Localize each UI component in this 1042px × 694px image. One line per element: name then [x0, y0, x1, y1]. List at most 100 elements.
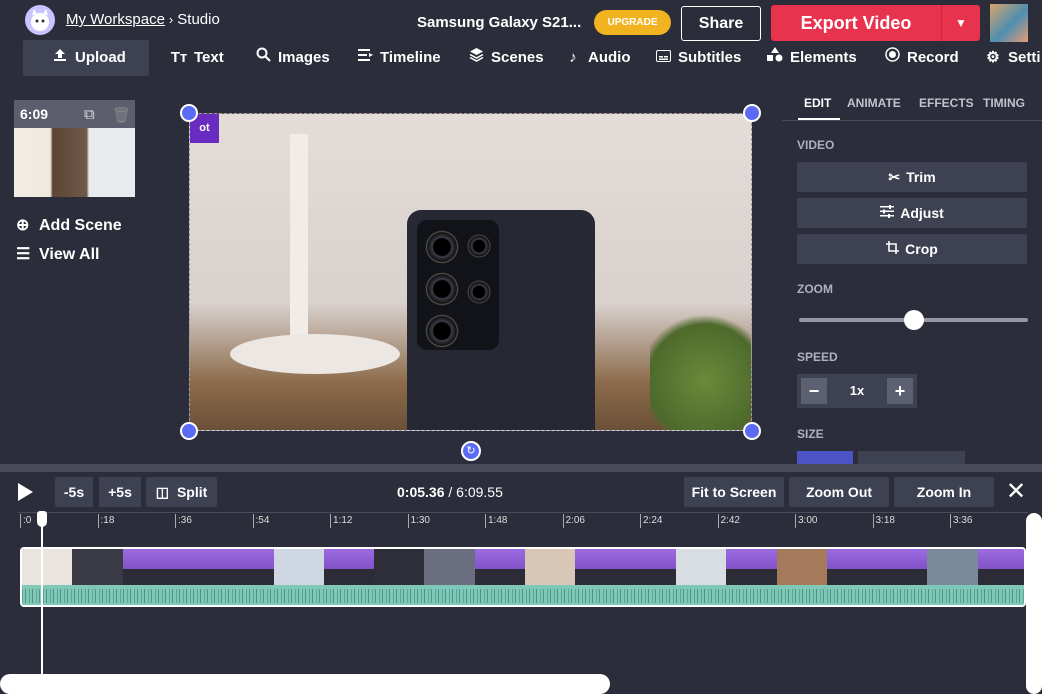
video-frame-thumbnail: [977, 549, 1024, 585]
resize-handle-bottom-right[interactable]: [743, 422, 761, 440]
timeline-tool[interactable]: Timeline: [356, 40, 441, 76]
subtitles-tool-label: Subtitles: [678, 49, 742, 66]
view-all-scenes-button[interactable]: ☰ View All: [16, 244, 99, 264]
upload-button[interactable]: Upload: [23, 40, 149, 76]
speed-section-label: SPEED: [797, 350, 838, 364]
subtitles-tool[interactable]: Subtitles: [654, 40, 741, 76]
tab-timing[interactable]: TIMING: [983, 96, 1025, 110]
vertical-scrollbar[interactable]: [1026, 513, 1042, 694]
rotate-handle[interactable]: ↻: [461, 441, 481, 461]
video-frame-thumbnail: [877, 549, 928, 585]
split-label: Split: [176, 484, 208, 500]
properties-panel: EDIT ANIMATE EFFECTS TIMING VIDEO ✂ Trim …: [782, 80, 1042, 464]
record-tool[interactable]: Record: [883, 40, 959, 76]
speed-stepper: − 1x +: [797, 374, 917, 408]
playhead-handle[interactable]: [37, 511, 47, 527]
panel-resize-divider[interactable]: [0, 464, 1042, 472]
rewind-5s-button[interactable]: -5s: [55, 477, 93, 507]
split-icon: ◫: [155, 484, 169, 500]
upgrade-button[interactable]: UPGRADE: [594, 10, 671, 35]
video-frame-thumbnail: [22, 549, 73, 585]
trim-button[interactable]: ✂ Trim: [797, 162, 1027, 192]
crop-label: Crop: [905, 241, 938, 257]
tab-effects[interactable]: EFFECTS: [919, 96, 974, 110]
export-options-button[interactable]: ▼: [941, 5, 980, 41]
ruler-tick: 2:24: [640, 514, 662, 528]
ruler-tick: :0: [20, 514, 31, 528]
video-frame-thumbnail: [826, 549, 878, 585]
speed-increase-button[interactable]: +: [887, 378, 913, 404]
top-bar: My Workspace › Studio Samsung Galaxy S21..…: [0, 0, 1042, 42]
upload-icon: [51, 40, 69, 76]
images-tool[interactable]: Images: [254, 40, 330, 76]
active-tab-indicator: [798, 118, 840, 120]
video-frame-thumbnail: [927, 549, 979, 585]
text-tool[interactable]: Tт Text: [170, 40, 224, 76]
record-icon: [883, 40, 901, 76]
playback-time: 0:05.36 / 6:09.55: [397, 484, 503, 500]
ruler-tick: 3:18: [872, 514, 895, 528]
timeline-ruler: [18, 512, 1028, 513]
ruler-tick: 1:12: [330, 514, 352, 528]
fit-to-screen-button[interactable]: Fit to Screen: [684, 477, 784, 507]
ruler-tick: 2:06: [562, 514, 585, 528]
duplicate-scene-icon[interactable]: ⧉: [84, 106, 95, 123]
zoom-slider-handle[interactable]: [903, 310, 924, 330]
settings-tool[interactable]: ⚙ Setti: [984, 40, 1040, 76]
close-timeline-icon[interactable]: ✕: [1006, 480, 1026, 504]
scene-thumbnail-image: [14, 128, 135, 197]
zoom-out-button[interactable]: Zoom Out: [789, 477, 889, 507]
adjust-label: Adjust: [900, 205, 944, 221]
video-frame-thumbnail: [625, 549, 677, 585]
chevron-down-icon: ▼: [955, 16, 967, 30]
resize-handle-top-right[interactable]: [743, 104, 761, 122]
split-button[interactable]: ◫ Split: [146, 477, 217, 507]
video-frame-thumbnail: [575, 549, 627, 585]
ruler-tick: :54: [252, 514, 269, 528]
video-canvas[interactable]: ot: [189, 113, 752, 431]
breadcrumb-workspace-link[interactable]: My Workspace: [66, 11, 165, 28]
play-icon[interactable]: [18, 483, 33, 501]
ruler-tick: :18: [97, 514, 114, 528]
elements-tool[interactable]: Elements: [766, 40, 857, 76]
horizontal-scrollbar[interactable]: [0, 674, 610, 694]
scene-duration: 6:09: [20, 106, 49, 122]
size-lock-ratio-button[interactable]: [858, 451, 965, 464]
app-logo[interactable]: [25, 5, 55, 35]
view-all-label: View All: [39, 246, 100, 263]
crop-button[interactable]: Crop: [797, 234, 1027, 264]
video-frame-thumbnail: [323, 549, 375, 585]
size-fill-button[interactable]: [797, 451, 853, 464]
timeline-icon: [356, 40, 374, 76]
audio-tool[interactable]: ♪ Audio: [564, 40, 630, 76]
camera-lens: [425, 272, 459, 306]
video-frame-thumbnail: [223, 549, 274, 585]
forward-5s-button[interactable]: +5s: [99, 477, 141, 507]
speed-decrease-button[interactable]: −: [801, 378, 827, 404]
video-track[interactable]: [20, 547, 1026, 607]
project-title[interactable]: Samsung Galaxy S21...: [417, 14, 581, 31]
playhead-line: [41, 511, 43, 694]
scenes-tool[interactable]: Scenes: [467, 40, 544, 76]
resize-handle-top-left[interactable]: [180, 104, 198, 122]
user-avatar[interactable]: [990, 4, 1028, 42]
tab-edit[interactable]: EDIT: [804, 96, 831, 110]
resize-handle-bottom-left[interactable]: [180, 422, 198, 440]
trash-icon[interactable]: 🗑: [112, 106, 131, 124]
export-video-button[interactable]: Export Video: [771, 5, 941, 41]
tab-animate[interactable]: ANIMATE: [847, 96, 901, 110]
share-button[interactable]: Share: [681, 6, 761, 41]
breadcrumb-separator: ›: [168, 12, 174, 27]
zoom-in-button[interactable]: Zoom In: [894, 477, 994, 507]
scissors-icon: ✂: [888, 169, 901, 185]
elements-tool-label: Elements: [790, 49, 857, 66]
video-frame-thumbnail: [726, 549, 777, 585]
add-scene-label: Add Scene: [39, 217, 122, 234]
ruler-tick: 1:48: [485, 514, 507, 528]
background-lamp: [230, 334, 400, 374]
total-time: 6:09.55: [456, 484, 503, 500]
add-scene-button[interactable]: ⊕ Add Scene: [16, 215, 122, 235]
adjust-button[interactable]: Adjust: [797, 198, 1027, 228]
current-time: 0:05.36: [397, 484, 445, 500]
video-section-label: VIDEO: [797, 138, 835, 152]
